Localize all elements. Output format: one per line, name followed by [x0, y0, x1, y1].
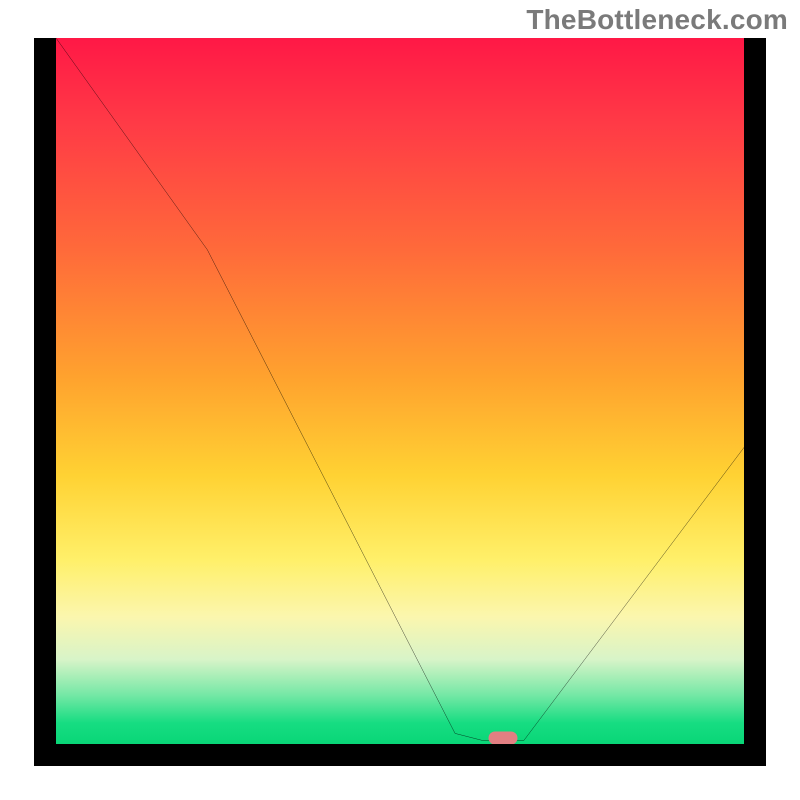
chart-plot-area [56, 38, 744, 744]
watermark-text: TheBottleneck.com [526, 4, 788, 36]
bottleneck-curve [56, 38, 744, 744]
chart-frame: TheBottleneck.com [0, 0, 800, 800]
chart-black-border [34, 38, 766, 766]
optimal-point-marker [489, 732, 518, 744]
